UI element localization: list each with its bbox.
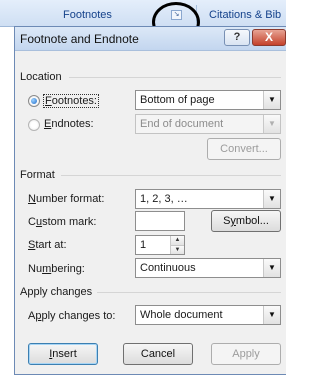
dialog-launcher-icon[interactable]: ↘ bbox=[171, 10, 182, 20]
endnotes-position-select[interactable]: End of document ▼ bbox=[135, 114, 281, 134]
numbering-select[interactable]: Continuous ▼ bbox=[135, 258, 281, 278]
convert-button[interactable]: Convert... bbox=[207, 138, 281, 160]
footnotes-position-select[interactable]: Bottom of page ▼ bbox=[135, 90, 281, 110]
endnotes-radio[interactable] bbox=[28, 119, 40, 131]
numbering-value: Continuous bbox=[140, 262, 196, 274]
chevron-down-icon: ▼ bbox=[263, 190, 280, 208]
location-heading: Location bbox=[20, 71, 62, 83]
apply-to-select[interactable]: Whole document ▼ bbox=[135, 305, 281, 325]
chevron-down-icon: ▼ bbox=[263, 306, 280, 324]
group-separator bbox=[196, 5, 197, 23]
ribbon-strip: Footnotes ↘ Citations & Bib bbox=[0, 0, 286, 27]
apply-to-value: Whole document bbox=[140, 309, 223, 321]
apply-to-label: Apply changes to: bbox=[28, 310, 116, 322]
footnotes-position-value: Bottom of page bbox=[140, 94, 215, 106]
symbol-button[interactable]: Symbol... bbox=[211, 210, 281, 232]
custom-mark-input[interactable] bbox=[135, 211, 185, 231]
custom-mark-label: Custom mark: bbox=[28, 216, 97, 228]
apply-button[interactable]: Apply bbox=[211, 343, 281, 365]
stepper-arrows[interactable]: ▲ ▼ bbox=[170, 236, 184, 254]
insert-button[interactable]: Insert bbox=[28, 343, 98, 365]
start-at-stepper[interactable]: 1 ▲ ▼ bbox=[135, 235, 185, 255]
stepper-up-icon[interactable]: ▲ bbox=[171, 236, 184, 245]
start-at-value: 1 bbox=[140, 239, 147, 251]
footnotes-radio[interactable] bbox=[28, 95, 40, 107]
help-button[interactable]: ? bbox=[224, 29, 250, 46]
format-heading: Format bbox=[20, 169, 55, 181]
stepper-down-icon[interactable]: ▼ bbox=[171, 245, 184, 254]
footnote-endnote-dialog: Footnote and Endnote ? X Location Footno… bbox=[14, 26, 286, 375]
chevron-down-icon: ▼ bbox=[263, 115, 280, 133]
apply-changes-divider bbox=[97, 292, 281, 293]
citations-group-label: Citations & Bib bbox=[209, 9, 282, 21]
endnotes-label: Endnotes: bbox=[44, 118, 94, 130]
dialog-title: Footnote and Endnote bbox=[20, 32, 139, 46]
footnotes-label: Footnotes: bbox=[43, 94, 99, 108]
endnotes-position-value: End of document bbox=[140, 118, 224, 130]
chevron-down-icon: ▼ bbox=[263, 91, 280, 109]
footnotes-group-label: Footnotes bbox=[63, 9, 112, 21]
close-button[interactable]: X bbox=[252, 29, 286, 46]
number-format-label: Number format: bbox=[28, 193, 105, 205]
number-format-value: 1, 2, 3, … bbox=[140, 193, 188, 205]
dialog-titlebar[interactable]: Footnote and Endnote ? X bbox=[15, 27, 286, 51]
location-divider bbox=[69, 77, 281, 78]
chevron-down-icon: ▼ bbox=[263, 259, 280, 277]
start-at-label: Start at: bbox=[28, 239, 67, 251]
numbering-label: Numbering: bbox=[28, 263, 85, 275]
cancel-button[interactable]: Cancel bbox=[123, 343, 193, 365]
number-format-select[interactable]: 1, 2, 3, … ▼ bbox=[135, 189, 281, 209]
footnotes-label-rest: ootnotes: bbox=[51, 95, 97, 107]
format-divider bbox=[61, 175, 281, 176]
apply-changes-heading: Apply changes bbox=[20, 286, 93, 298]
